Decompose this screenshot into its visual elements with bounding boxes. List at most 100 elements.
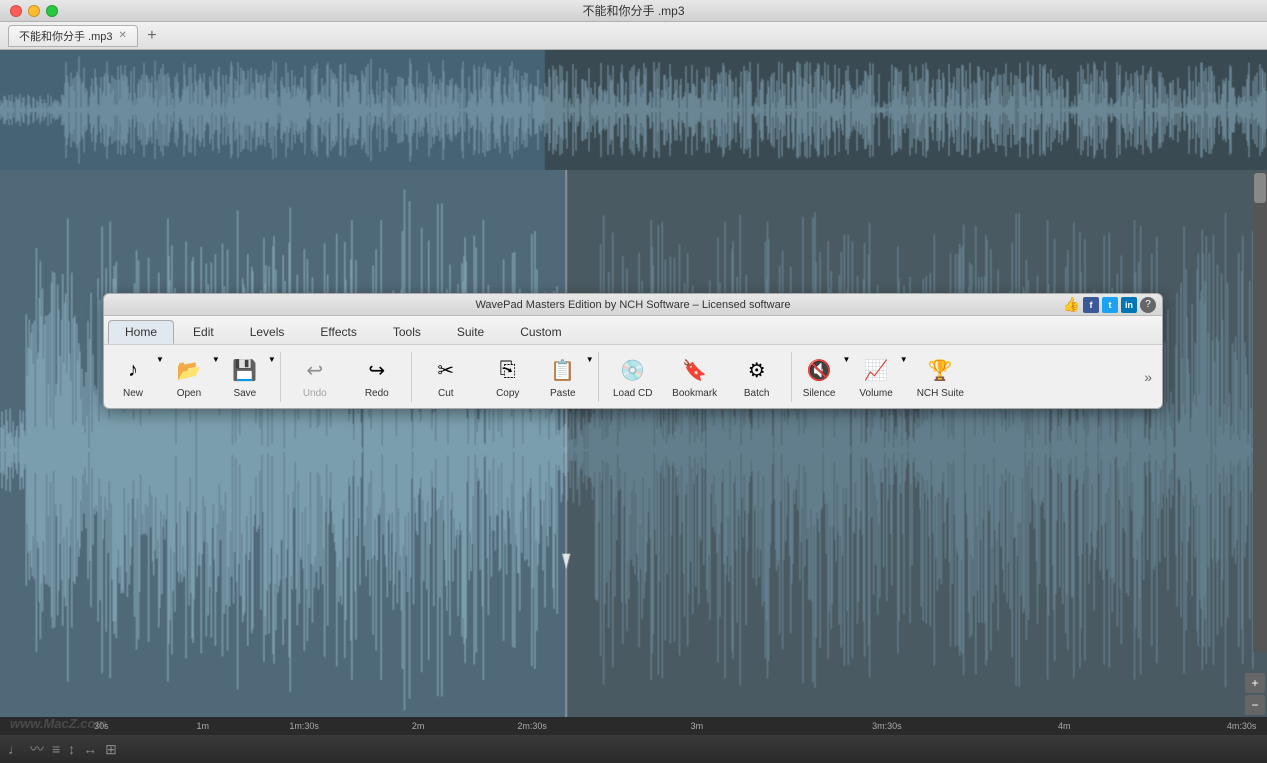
menu-tab-suite[interactable]: Suite xyxy=(440,320,501,344)
toolbar-buttons: ♪New▼📂Open▼💾Save▼↩Undo↪Redo✂Cut⎘Copy📋Pas… xyxy=(104,345,1162,408)
minimize-button[interactable] xyxy=(28,5,40,17)
tool-btn-save[interactable]: 💾Save xyxy=(222,349,268,404)
tool-btn-open[interactable]: 📂 Open xyxy=(166,349,212,404)
tab-item-file[interactable]: 不能和你分手 .mp3 ✕ xyxy=(8,25,138,47)
menu-tab-custom[interactable]: Custom xyxy=(503,320,578,344)
copy-icon: ⎘ xyxy=(492,354,524,386)
tab-label: 不能和你分手 .mp3 xyxy=(19,28,113,44)
main-waveform xyxy=(0,170,1267,730)
zoom-out-button[interactable]: − xyxy=(1245,695,1265,715)
status-icon-3[interactable]: ↕ xyxy=(68,741,75,757)
title-bar: 不能和你分手 .mp3 xyxy=(0,0,1267,22)
cut-icon: ✂ xyxy=(430,354,462,386)
menu-tab-levels[interactable]: Levels xyxy=(233,320,302,344)
status-icon-4[interactable]: ↔ xyxy=(83,741,97,757)
vertical-scrollbar[interactable] xyxy=(1253,172,1267,652)
batch-icon: ⚙ xyxy=(741,354,773,386)
maximize-button[interactable] xyxy=(46,5,58,17)
timeline-tick: 4m xyxy=(1058,721,1071,731)
tool-btn-nch_suite[interactable]: 🏆 NCH Suite xyxy=(910,349,971,404)
tool-btn-copy[interactable]: ⎘ Copy xyxy=(478,349,538,404)
load_cd-label: Load CD xyxy=(613,388,652,399)
zoom-in-button[interactable]: + xyxy=(1245,673,1265,693)
bookmark-label: Bookmark xyxy=(672,388,717,399)
redo-label: Redo xyxy=(365,388,389,399)
waveform-container: + − 30s1m1m:30s2m2m:30s3m3m:30s4m4m:30s … xyxy=(0,50,1267,763)
tool-btn-redo[interactable]: ↪ Redo xyxy=(347,349,407,404)
menu-tab-edit[interactable]: Edit xyxy=(176,320,231,344)
tool-btn-silence[interactable]: 🔇Silence xyxy=(796,349,843,404)
twitter-icon[interactable]: t xyxy=(1102,297,1118,313)
timeline-ruler: 30s1m1m:30s2m2m:30s3m3m:30s4m4m:30s xyxy=(0,717,1267,735)
volume-dropdown-arrow[interactable]: ▼ xyxy=(900,349,908,404)
save-dropdown-arrow[interactable]: ▼ xyxy=(268,349,276,404)
volume-icon: 📈 xyxy=(860,354,892,386)
toolbar-titlebar: WavePad Masters Edition by NCH Software … xyxy=(104,294,1162,316)
separator-silence xyxy=(791,352,792,402)
tool-btn-undo: ↩ Undo xyxy=(285,349,345,404)
toolbar-title: WavePad Masters Edition by NCH Software … xyxy=(475,299,790,311)
facebook-icon[interactable]: f xyxy=(1083,297,1099,313)
overview-waveform xyxy=(0,50,1267,170)
cut-label: Cut xyxy=(438,388,454,399)
timeline-tick: 3m xyxy=(691,721,704,731)
scrollbar-thumb[interactable] xyxy=(1254,173,1266,203)
like-icon[interactable]: 👍 xyxy=(1063,296,1080,313)
nch_suite-icon: 🏆 xyxy=(924,354,956,386)
toolbar-social: 👍 f t in ? xyxy=(1063,296,1156,313)
tool-btn-volume[interactable]: 📈 Volume xyxy=(852,349,899,404)
status-bar: ♩ 〰 ≡ ↕ ↔ ⊞ xyxy=(0,735,1267,763)
tool-btn-new[interactable]: ♪New xyxy=(110,349,156,404)
separator-loadcd xyxy=(598,352,599,402)
timeline-tick: 1m xyxy=(196,721,209,731)
linkedin-icon[interactable]: in xyxy=(1121,297,1137,313)
new-icon: ♪ xyxy=(117,354,149,386)
tab-close-button[interactable]: ✕ xyxy=(119,30,127,41)
save-label: Save xyxy=(233,388,256,399)
timeline-tick: 2m:30s xyxy=(517,721,547,731)
status-icon-1[interactable]: 〰 xyxy=(30,739,44,759)
help-icon[interactable]: ? xyxy=(1140,297,1156,313)
undo-icon: ↩ xyxy=(299,354,331,386)
copy-label: Copy xyxy=(496,388,519,399)
open-icon: 📂 xyxy=(173,354,205,386)
redo-icon: ↪ xyxy=(361,354,393,386)
paste-dropdown-arrow[interactable]: ▼ xyxy=(586,349,594,404)
volume-label: Volume xyxy=(859,388,892,399)
timeline-tick: 1m:30s xyxy=(289,721,319,731)
bookmark-icon: 🔖 xyxy=(679,354,711,386)
menu-tab-effects[interactable]: Effects xyxy=(303,320,373,344)
status-icon-2[interactable]: ≡ xyxy=(52,741,60,757)
open-dropdown-arrow[interactable]: ▼ xyxy=(212,349,220,404)
tool-btn-bookmark[interactable]: 🔖 Bookmark xyxy=(665,349,725,404)
close-button[interactable] xyxy=(10,5,22,17)
paste-icon: 📋 xyxy=(547,354,579,386)
timeline-tick: 4m:30s xyxy=(1227,721,1257,731)
timeline-tick: 2m xyxy=(412,721,425,731)
status-icon-0[interactable]: ♩ xyxy=(8,741,22,757)
new-dropdown-arrow[interactable]: ▼ xyxy=(156,349,164,404)
tool-btn-load_cd[interactable]: 💿 Load CD xyxy=(603,349,663,404)
tool-btn-cut[interactable]: ✂ Cut xyxy=(416,349,476,404)
menu-tab-tools[interactable]: Tools xyxy=(376,320,438,344)
window-controls xyxy=(10,5,58,17)
tool-btn-paste[interactable]: 📋 Paste xyxy=(540,349,586,404)
paste-label: Paste xyxy=(550,388,576,399)
open-label: Open xyxy=(177,388,201,399)
new-tab-button[interactable]: + xyxy=(142,26,162,46)
watermark: www.MacZ.com xyxy=(10,716,107,731)
tool-btn-batch[interactable]: ⚙ Batch xyxy=(727,349,787,404)
toolbar-more-button[interactable]: » xyxy=(1140,369,1156,385)
menu-tabs: HomeEditLevelsEffectsToolsSuiteCustom xyxy=(104,316,1162,345)
silence-icon: 🔇 xyxy=(803,354,835,386)
undo-label: Undo xyxy=(303,388,327,399)
load_cd-icon: 💿 xyxy=(617,354,649,386)
status-icon-5[interactable]: ⊞ xyxy=(105,741,117,758)
menu-tab-home[interactable]: Home xyxy=(108,320,174,344)
separator-cut xyxy=(411,352,412,402)
batch-label: Batch xyxy=(744,388,770,399)
window-title: 不能和你分手 .mp3 xyxy=(582,2,684,19)
nch_suite-label: NCH Suite xyxy=(917,388,964,399)
silence-dropdown-arrow[interactable]: ▼ xyxy=(843,349,851,404)
separator-3 xyxy=(280,352,281,402)
